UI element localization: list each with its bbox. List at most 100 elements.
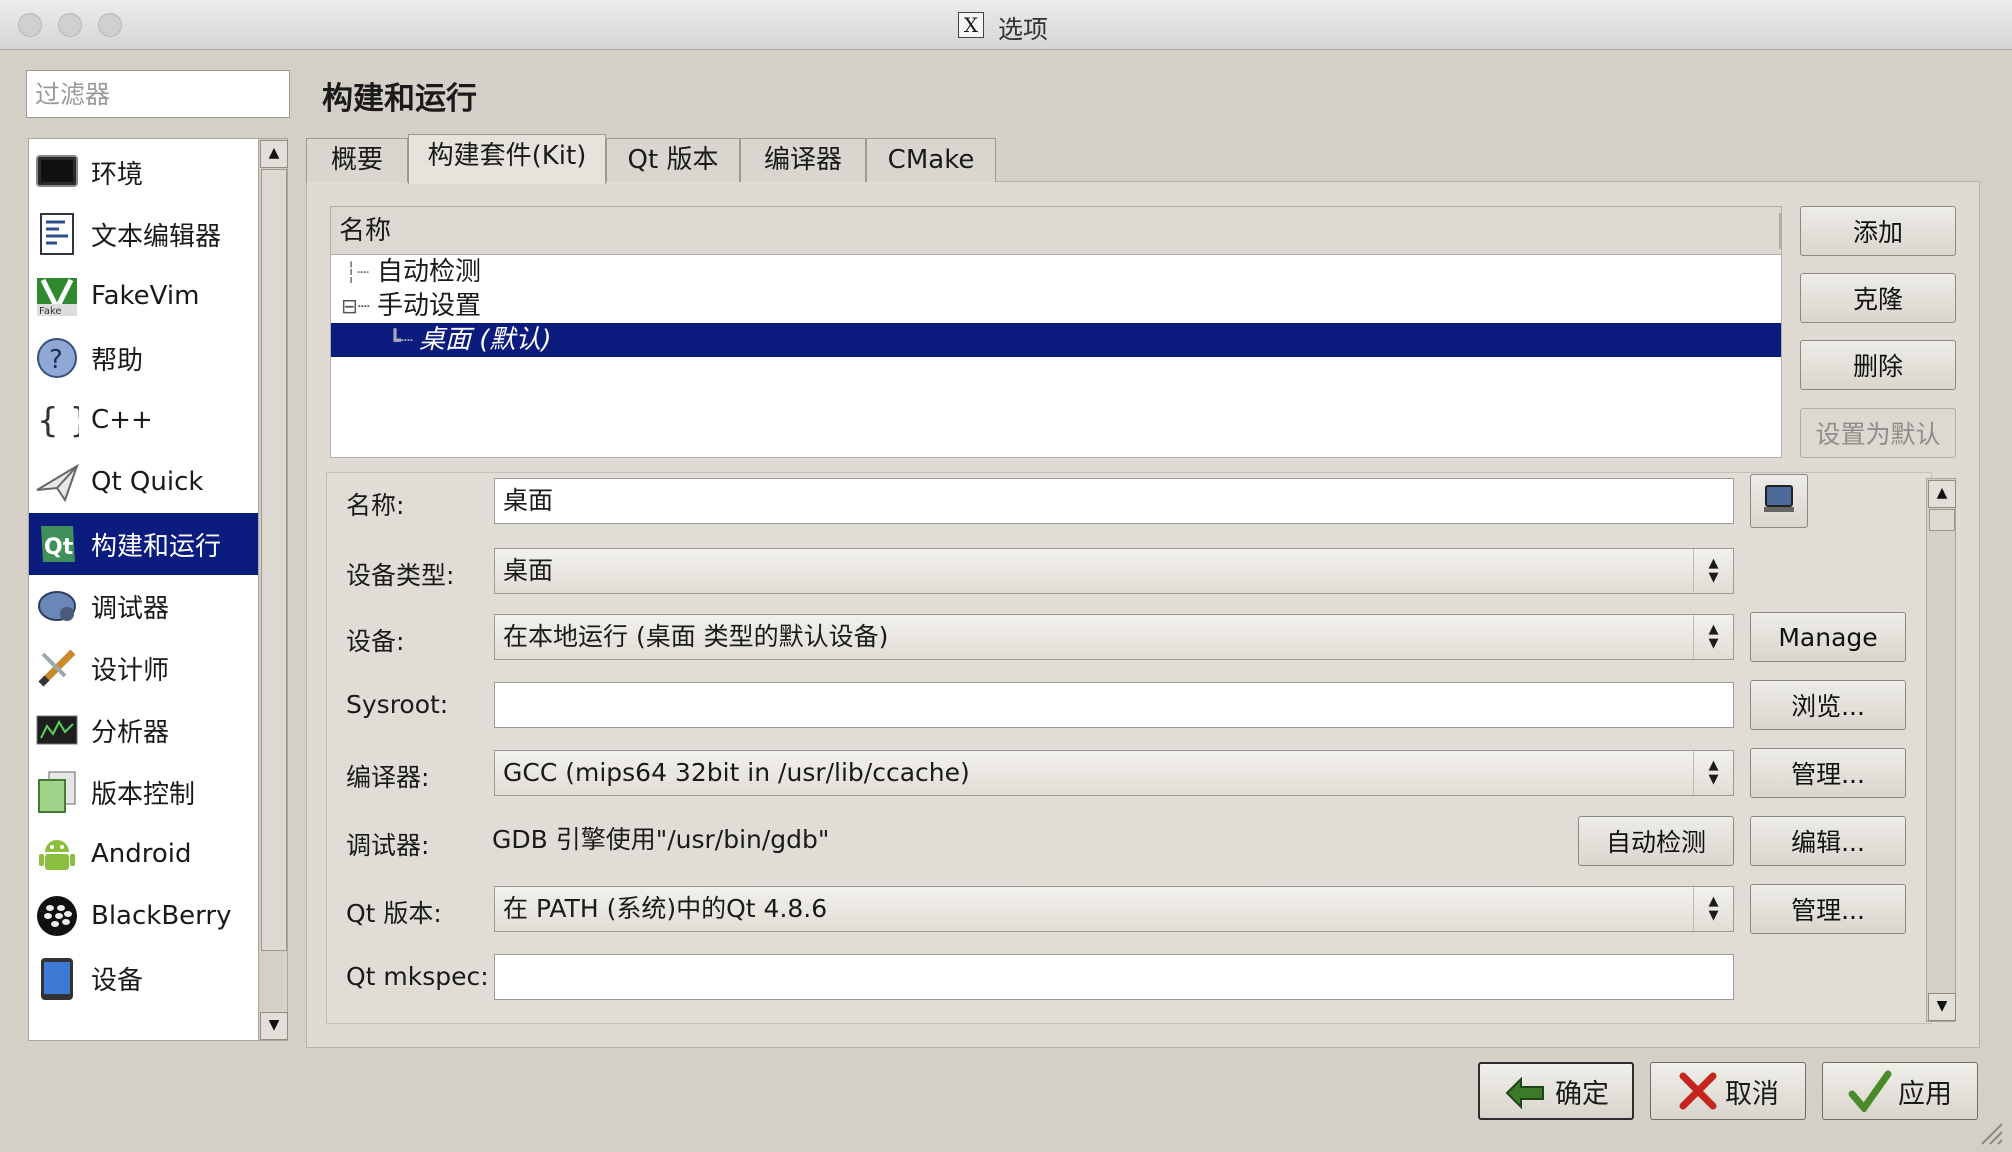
sysroot-input[interactable] xyxy=(494,682,1734,728)
tree-row-auto-detected[interactable]: ┆┈ 自动检测 xyxy=(331,255,1781,289)
tree-row-desktop-default[interactable]: ┗┈ 桌面 (默认) xyxy=(331,323,1781,357)
edit-debugger-button[interactable]: 编辑... xyxy=(1750,816,1906,866)
collapse-toggle-icon[interactable]: ⊟┈ xyxy=(341,289,370,323)
device-value: 在本地运行 (桌面 类型的默认设备) xyxy=(503,622,889,651)
device-type-select[interactable]: 桌面 ▲ ▼ xyxy=(494,548,1734,594)
debugger-label: 调试器: xyxy=(346,831,430,860)
scrollbar-thumb[interactable] xyxy=(1929,509,1955,531)
auto-detect-debugger-button[interactable]: 自动检测 xyxy=(1578,816,1734,866)
name-label: 名称: xyxy=(346,491,405,520)
add-kit-button[interactable]: 添加 xyxy=(1800,206,1956,256)
scroll-down-button[interactable]: ▼ xyxy=(1928,993,1956,1021)
kit-details-scrollbar[interactable]: ▲ ▼ xyxy=(1926,478,1956,1022)
manage-compilers-button[interactable]: 管理... xyxy=(1750,748,1906,798)
nav-item-version-control[interactable]: 版本控制 xyxy=(29,761,259,823)
qt-version-select[interactable]: 在 PATH (系统)中的Qt 4.8.6 ▲ ▼ xyxy=(494,886,1734,932)
device-icon-button[interactable] xyxy=(1750,474,1808,528)
monitor-icon xyxy=(35,150,79,194)
nav-item-cpp[interactable]: { } C++ xyxy=(29,389,259,451)
fakevim-icon: Fake xyxy=(35,274,79,318)
tree-row-label: 手动设置 xyxy=(377,291,482,321)
ok-button-label: 确定 xyxy=(1555,1078,1609,1110)
remove-kit-button[interactable]: 删除 xyxy=(1800,340,1956,390)
zoom-window-button[interactable] xyxy=(98,13,122,37)
resize-grip-icon[interactable] xyxy=(1976,1118,2004,1146)
nav-item-devices[interactable]: 设备 xyxy=(29,947,259,1009)
nav-item-label: 版本控制 xyxy=(91,779,196,810)
device-select[interactable]: 在本地运行 (桌面 类型的默认设备) ▲ ▼ xyxy=(494,614,1734,660)
scroll-down-button[interactable]: ▼ xyxy=(260,1012,288,1040)
cancel-button-label: 取消 xyxy=(1725,1078,1779,1110)
device-label: 设备: xyxy=(346,627,405,656)
window-title: 选项 xyxy=(998,15,1049,44)
scrollbar-thumb[interactable] xyxy=(261,169,287,951)
tab-qt-versions[interactable]: Qt 版本 xyxy=(606,138,740,182)
nav-item-label: Android xyxy=(91,839,192,869)
qt-version-label: Qt 版本: xyxy=(346,899,442,928)
scroll-up-button[interactable]: ▲ xyxy=(260,140,288,168)
nav-item-label: 环境 xyxy=(91,159,144,190)
tree-branch-line: ┗┈ xyxy=(389,328,414,352)
text-editor-icon xyxy=(35,212,79,256)
kit-name-input[interactable]: 桌面 xyxy=(494,478,1734,524)
x11-app-icon: X xyxy=(958,12,984,38)
clone-kit-button[interactable]: 克隆 xyxy=(1800,273,1956,323)
tree-branch-line: ┆┈ xyxy=(345,260,370,284)
qt-mkspec-input[interactable] xyxy=(494,954,1734,1000)
qt-build-run-icon: Qt xyxy=(35,522,79,566)
nav-item-designer[interactable]: 设计师 xyxy=(29,637,259,699)
nav-item-fakevim[interactable]: Fake FakeVim xyxy=(29,265,259,327)
cancel-button[interactable]: 取消 xyxy=(1650,1062,1806,1120)
blackberry-icon xyxy=(35,894,79,938)
nav-item-label: 文本编辑器 xyxy=(91,221,222,252)
device-tablet-icon xyxy=(35,956,79,1000)
page-title: 构建和运行 xyxy=(322,81,477,117)
nav-item-label: 设备 xyxy=(91,965,144,996)
nav-item-build-run[interactable]: Qt 构建和运行 xyxy=(29,513,259,575)
combo-arrows-icon: ▲ ▼ xyxy=(1693,615,1733,659)
nav-item-analyzer[interactable]: 分析器 xyxy=(29,699,259,761)
tab-compilers[interactable]: 编译器 xyxy=(740,138,866,182)
version-control-icon xyxy=(35,770,79,814)
designer-pencil-icon xyxy=(35,646,79,690)
tab-overview[interactable]: 概要 xyxy=(306,138,408,182)
braces-icon: { } xyxy=(35,398,91,442)
apply-button[interactable]: 应用 xyxy=(1822,1062,1978,1120)
tree-column-header[interactable]: 名称 xyxy=(331,207,1781,255)
combo-arrows-icon: ▲ ▼ xyxy=(1693,751,1733,795)
make-default-button[interactable]: 设置为默认 xyxy=(1800,408,1956,458)
nav-item-qt-quick[interactable]: Qt Quick xyxy=(29,451,259,513)
nav-item-label: BlackBerry xyxy=(91,901,232,931)
category-list[interactable]: 环境 文本编辑器 Fake FakeVim ? 帮助 { } C++ Qt Qu… xyxy=(28,138,260,1041)
compiler-select[interactable]: GCC (mips64 32bit in /usr/lib/ccache) ▲ ▼ xyxy=(494,750,1734,796)
nav-item-label: 设计师 xyxy=(91,655,170,686)
nav-item-debugger[interactable]: 调试器 xyxy=(29,575,259,637)
ok-button[interactable]: 确定 xyxy=(1478,1062,1634,1120)
nav-item-environment[interactable]: 环境 xyxy=(29,141,259,203)
tab-kits[interactable]: 构建套件(Kit) xyxy=(408,134,606,184)
tree-row-manual[interactable]: ⊟┈ 手动设置 xyxy=(331,289,1781,323)
computer-icon xyxy=(1764,485,1794,512)
tab-cmake[interactable]: CMake xyxy=(866,138,996,182)
browse-sysroot-button[interactable]: 浏览... xyxy=(1750,680,1906,730)
nav-item-text-editor[interactable]: 文本编辑器 xyxy=(29,203,259,265)
nav-item-blackberry[interactable]: BlackBerry xyxy=(29,885,259,947)
nav-item-label: 构建和运行 xyxy=(91,531,222,562)
compiler-value: GCC (mips64 32bit in /usr/lib/ccache) xyxy=(503,758,970,787)
kit-tree[interactable]: 名称 ┆┈ 自动检测 ⊟┈ 手动设置 ┗┈ 桌面 (默认) xyxy=(330,206,1782,458)
nav-item-help[interactable]: ? 帮助 xyxy=(29,327,259,389)
nav-item-android[interactable]: Android xyxy=(29,823,259,885)
nav-item-label: Qt Quick xyxy=(91,467,204,497)
paper-plane-icon xyxy=(35,460,79,504)
close-window-button[interactable] xyxy=(18,13,42,37)
manage-devices-button[interactable]: Manage xyxy=(1750,612,1906,662)
android-icon xyxy=(35,832,79,876)
qt-version-value: 在 PATH (系统)中的Qt 4.8.6 xyxy=(503,894,828,923)
nav-item-label: 帮助 xyxy=(91,345,144,376)
scroll-up-button[interactable]: ▲ xyxy=(1928,480,1956,508)
manage-qt-versions-button[interactable]: 管理... xyxy=(1750,884,1906,934)
minimize-window-button[interactable] xyxy=(58,13,82,37)
category-list-scrollbar[interactable]: ▲ ▼ xyxy=(258,138,288,1041)
help-icon: ? xyxy=(35,336,79,380)
filter-input[interactable] xyxy=(26,70,290,118)
